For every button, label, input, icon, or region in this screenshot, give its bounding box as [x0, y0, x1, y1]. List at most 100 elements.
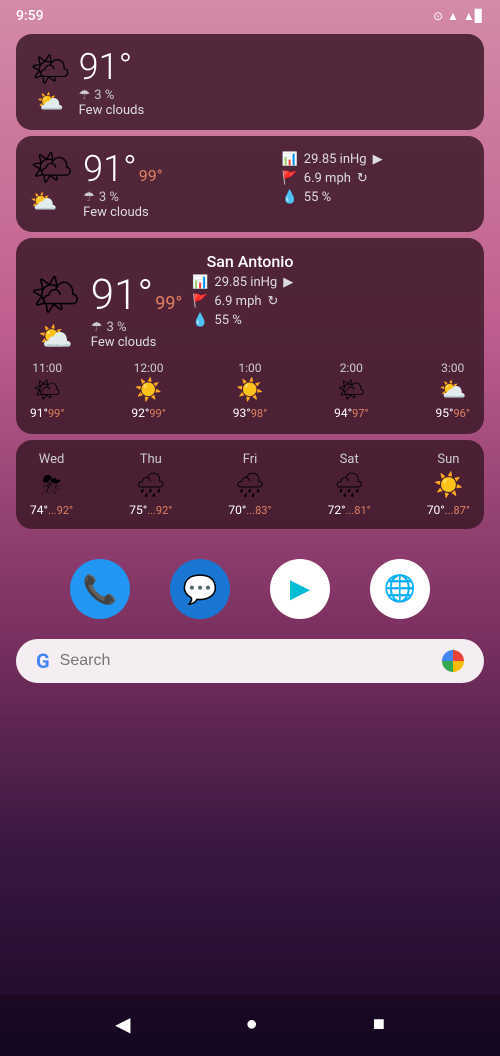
medium-right: 📊 29.85 inHg ▶ 🚩 6.9 mph ↻ 💧 55 % [282, 148, 470, 205]
sun-icon-medium: 🌤 [30, 148, 73, 188]
weekly-row: Wed ⛈ 74°...92° Thu 🌧 75°...92° Fri 🌧 70… [30, 452, 470, 517]
weekly-item: Thu 🌧 75°...92° [129, 452, 172, 517]
temp-row-medium: 91° 99° [83, 148, 271, 190]
rain-row-medium: ☂ 3 % [83, 190, 271, 205]
temp-medium: 91° [83, 148, 137, 190]
hourly-icon: ☀️ [236, 378, 263, 403]
description-medium: Few clouds [83, 205, 271, 220]
weekly-temps: 70°...87° [427, 503, 470, 517]
mic-icon[interactable] [442, 650, 464, 672]
weekly-day: Fri [243, 452, 258, 467]
rain-percent-small: 3 % [94, 88, 114, 103]
signal-icon: ▲▊ [463, 9, 484, 23]
hourly-temp: 94°97° [334, 406, 368, 420]
messages-icon: 💬 [183, 573, 218, 606]
weekly-item: Sun ☀️ 70°...87° [427, 452, 470, 517]
rain-large: 3 % [106, 320, 126, 335]
wind-val: 6.9 mph [304, 171, 351, 186]
large-center: 91° 99° ☂ 3 % Few clouds [91, 271, 182, 350]
weather-widget-large[interactable]: San Antonio 🌤 ⛅ 91° 99° ☂ 3 % Few clouds… [16, 238, 484, 434]
weather-widget-small[interactable]: 🌤 ⛅ 91° ☂ 3 % Few clouds [16, 34, 484, 130]
hourly-item: 11:00 🌤 91°99° [30, 361, 64, 420]
wind-dir-icon: ↻ [357, 171, 368, 186]
chrome-icon: 🌐 [384, 574, 416, 604]
status-icons: ⊙ ▲ ▲▊ [433, 9, 484, 23]
rain-percent-medium: 3 % [99, 190, 119, 205]
description-small: Few clouds [79, 103, 145, 118]
weekly-day: Sun [437, 452, 459, 467]
wind-val-large: 6.9 mph [214, 294, 261, 309]
wind-large: 🚩 6.9 mph ↻ [192, 294, 293, 309]
time: 9:59 [16, 8, 44, 24]
pressure-row: 📊 29.85 inHg ▶ [282, 152, 470, 167]
hourly-time: 2:00 [340, 361, 363, 375]
google-logo: G [36, 649, 50, 673]
medium-left: 🌤 ⛅ [30, 148, 73, 215]
weather-widget-medium[interactable]: 🌤 ⛅ 91° 99° ☂ 3 % Few clouds 📊 29.85 inH… [16, 136, 484, 232]
pressure-val-large: 29.85 inHg [214, 275, 277, 290]
rain-row-small: ☂ 3 % [79, 88, 145, 103]
back-button[interactable]: ◀ [115, 1012, 130, 1036]
hourly-item: 3:00 ⛅ 95°96° [436, 361, 470, 420]
hourly-icon: ⛅ [439, 378, 466, 403]
umbrella-icon: ☂ [79, 88, 91, 103]
sun-icon: 🌤 [30, 50, 71, 88]
wifi-icon: ▲ [447, 9, 459, 23]
large-top: 🌤 ⛅ 91° 99° ☂ 3 % Few clouds 📊 29.85 inH… [30, 271, 470, 353]
temp-row-large: 91° 99° [91, 271, 182, 320]
weekly-day: Thu [140, 452, 162, 467]
hourly-time: 11:00 [32, 361, 62, 375]
hourly-time: 12:00 [134, 361, 164, 375]
phone-app[interactable]: 📞 [70, 559, 130, 619]
weekly-icon: 🌧 [334, 471, 364, 499]
play-store-app[interactable]: ▶ [270, 559, 330, 619]
temp-large: 91° [91, 271, 153, 320]
city-name: San Antonio [30, 252, 470, 271]
chrome-app[interactable]: 🌐 [370, 559, 430, 619]
weekly-icon: 🌧 [136, 471, 166, 499]
medium-middle: 91° 99° ☂ 3 % Few clouds [83, 148, 271, 220]
status-bar: 9:59 ⊙ ▲ ▲▊ [0, 0, 500, 28]
cloud-icon-large: ⛅ [38, 320, 73, 353]
wind-row: 🚩 6.9 mph ↻ [282, 171, 470, 186]
hourly-temp: 92°99° [131, 406, 165, 420]
messages-app[interactable]: 💬 [170, 559, 230, 619]
weekly-icon: 🌧 [235, 471, 265, 499]
phone-icon: 📞 [83, 573, 118, 606]
weekly-temps: 74°...92° [30, 503, 73, 517]
weather-widget-weekly[interactable]: Wed ⛈ 74°...92° Thu 🌧 75°...92° Fri 🌧 70… [16, 440, 484, 529]
weekly-temps: 70°...83° [228, 503, 271, 517]
hourly-item: 2:00 🌤 94°97° [334, 361, 368, 420]
recents-button[interactable]: ■ [373, 1011, 385, 1036]
hourly-icon: ☀️ [135, 378, 162, 403]
search-bar[interactable]: G [16, 639, 484, 683]
weekly-item: Sat 🌧 72°...81° [328, 452, 371, 517]
humidity-row: 💧 55 % [282, 190, 470, 205]
drop-icon-large: 💧 [192, 313, 208, 328]
hourly-icon: 🌤 [337, 378, 365, 403]
cloud-small-icon: ⛅ [37, 90, 64, 115]
sun-icon-large: 🌤 [30, 271, 81, 318]
hourly-time: 3:00 [441, 361, 464, 375]
rain-row-large: ☂ 3 % [91, 320, 182, 335]
wind-icon-large: 🚩 [192, 294, 208, 309]
humidity-val: 55 % [304, 190, 331, 205]
pressure-arrow: ▶ [373, 152, 383, 167]
temp-info-small: 91° ☂ 3 % Few clouds [79, 46, 145, 118]
hourly-temp: 95°96° [436, 406, 470, 420]
weekly-temps: 75°...92° [129, 503, 172, 517]
large-left-icons: 🌤 ⛅ [30, 271, 81, 353]
hourly-item: 1:00 ☀️ 93°98° [233, 361, 267, 420]
description-large: Few clouds [91, 335, 182, 350]
hourly-time: 1:00 [238, 361, 261, 375]
umbrella-icon-medium: ☂ [83, 190, 95, 205]
hourly-forecast: 11:00 🌤 91°99° 12:00 ☀️ 92°99° 1:00 ☀️ 9… [30, 361, 470, 420]
home-button[interactable]: ● [246, 1011, 258, 1036]
pressure-icon-large: 📊 [192, 275, 208, 290]
pressure-icon: 📊 [282, 152, 298, 167]
search-input[interactable] [60, 652, 432, 670]
weekly-temps: 72°...81° [328, 503, 371, 517]
wind-icon: 🚩 [282, 171, 298, 186]
feels-like-medium: 99° [139, 166, 163, 185]
humidity-large: 💧 55 % [192, 313, 293, 328]
